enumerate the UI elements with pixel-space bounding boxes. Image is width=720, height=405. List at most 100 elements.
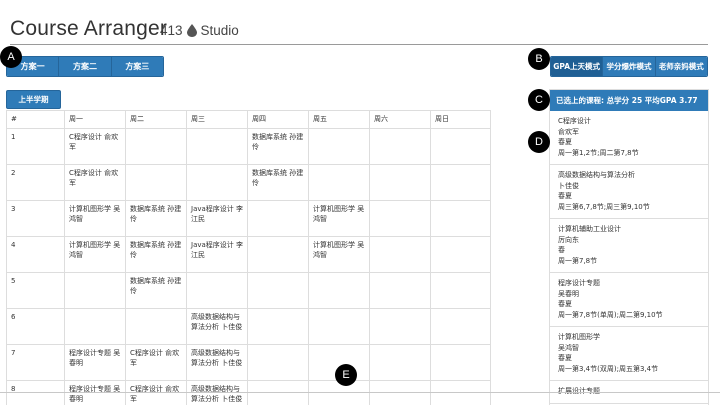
schedule-cell-sat[interactable] <box>369 272 431 309</box>
course-time: 周一第1,2节;周二第7,8节 <box>558 148 639 157</box>
course-name: 计算机图形学 <box>558 333 600 341</box>
schedule-cell-thu[interactable]: 数据库系统 孙建伶 <box>247 164 309 201</box>
header-divider <box>10 44 708 45</box>
schedule-cell-thu[interactable]: 数据库系统 孙建伶 <box>247 128 309 165</box>
schedule-cell-mon[interactable] <box>64 308 126 345</box>
course-list: C程序设计 俞欢军 春夏 周一第1,2节;周二第7,8节 高级数据结构与算法分析 卜佳俊春… <box>550 111 708 404</box>
course-time: 周三第6,7,8节;周三第9,10节 <box>558 202 650 211</box>
selected-courses-header: 已选上的课程: 总学分 25 平均GPA 3.77 <box>550 90 708 111</box>
course-term: 春夏 <box>558 300 572 308</box>
schedule-cell-tue[interactable]: C程序设计 俞欢军 <box>125 344 187 381</box>
schedule-row: 1 C程序设计 俞欢军 数据库系统 孙建伶 <box>6 128 491 165</box>
drop-icon <box>186 24 197 37</box>
period-number: 1 <box>6 128 65 165</box>
schedule-cell-fri[interactable]: 计算机图形学 吴鸿智 <box>308 200 370 237</box>
schedule-cell-fri[interactable] <box>308 308 370 345</box>
schedule-cell-tue[interactable] <box>125 164 187 201</box>
header-tue: 周二 <box>125 110 187 129</box>
plan-2-button[interactable]: 方案二 <box>59 57 112 76</box>
schedule-cell-sun[interactable] <box>430 200 491 237</box>
schedule-cell-thu[interactable] <box>247 272 309 309</box>
schedule-cell-wed[interactable]: Java程序设计 李江民 <box>186 236 248 273</box>
header-sun: 周日 <box>430 110 491 129</box>
period-number: 5 <box>6 272 65 309</box>
schedule-cell-tue[interactable] <box>125 308 187 345</box>
schedule-cell-tue[interactable]: 数据库系统 孙建伶 <box>125 200 187 237</box>
course-item[interactable]: 程序设计专题 吴春明 春夏 周一第7,8节(单周);周二第9,10节 <box>550 273 708 327</box>
course-term: 春夏 <box>558 138 572 146</box>
marker-a: A <box>0 46 22 68</box>
schedule-cell-sun[interactable] <box>430 236 491 273</box>
schedule-cell-sat[interactable] <box>369 236 431 273</box>
schedule-cell-mon[interactable]: 计算机图形学 吴鸿智 <box>64 236 126 273</box>
schedule-header-row: # 周一 周二 周三 周四 周五 周六 周日 <box>6 110 491 129</box>
gpa-mode-button[interactable]: GPA上天模式 <box>551 57 604 76</box>
term-button[interactable]: 上半学期 <box>6 90 61 109</box>
schedule-cell-sat[interactable] <box>369 164 431 201</box>
schedule-cell-mon[interactable]: C程序设计 俞欢军 <box>64 164 126 201</box>
schedule-cell-sat[interactable] <box>369 128 431 165</box>
schedule-cell-mon[interactable]: C程序设计 俞欢军 <box>64 128 126 165</box>
course-item[interactable]: C程序设计 俞欢军 春夏 周一第1,2节;周二第7,8节 <box>550 111 708 165</box>
schedule-cell-sat[interactable] <box>369 200 431 237</box>
period-number: 4 <box>6 236 65 273</box>
header-wed: 周三 <box>186 110 248 129</box>
schedule-cell-sat[interactable] <box>369 344 431 381</box>
schedule-row: 7 程序设计专题 吴春明 C程序设计 俞欢军 高级数据结构与算法分析 卜佳俊 <box>6 344 491 381</box>
schedule-cell-fri[interactable] <box>308 128 370 165</box>
selected-courses-panel: 已选上的课程: 总学分 25 平均GPA 3.77 C程序设计 俞欢军 春夏 周一第1… <box>549 89 709 405</box>
schedule-cell-wed[interactable] <box>186 164 248 201</box>
schedule-cell-fri[interactable] <box>308 272 370 309</box>
subtitle-number: 413 <box>160 23 183 38</box>
plan-3-button[interactable]: 方案三 <box>111 57 163 76</box>
schedule-cell-thu[interactable] <box>247 200 309 237</box>
schedule-cell-wed[interactable] <box>186 272 248 309</box>
course-teacher: 厉向东 <box>558 235 579 244</box>
schedule-cell-tue[interactable]: 数据库系统 孙建伶 <box>125 236 187 273</box>
schedule-row: 5 数据库系统 孙建伶 <box>6 272 491 309</box>
course-item[interactable]: 高级数据结构与算法分析 卜佳俊 春夏 周三第6,7,8节;周三第9,10节 <box>550 165 708 219</box>
schedule-row: 6 高级数据结构与算法分析 卜佳俊 <box>6 308 491 345</box>
schedule-cell-sun[interactable] <box>430 272 491 309</box>
course-teacher: 卜佳俊 <box>558 181 579 190</box>
header-fri: 周五 <box>308 110 370 129</box>
marker-b: B <box>528 48 550 70</box>
course-item[interactable]: 计算机图形学 吴鸿智春夏周一第3,4节(双周);周五第3,4节 <box>550 327 708 381</box>
schedule-cell-wed[interactable]: Java程序设计 李江民 <box>186 200 248 237</box>
mode-selector: GPA上天模式 学分爆炸模式 老师亲妈模式 <box>550 56 708 77</box>
course-teacher: 吴鸿智 <box>558 343 579 352</box>
course-name: 计算机辅助工业设计 <box>558 225 621 233</box>
course-time: 周一第7,8节(单周);周二第9,10节 <box>558 310 663 319</box>
schedule-cell-fri[interactable] <box>308 164 370 201</box>
schedule-cell-thu[interactable] <box>247 236 309 273</box>
marker-e: E <box>335 364 357 386</box>
schedule-cell-wed[interactable]: 高级数据结构与算法分析 卜佳俊 <box>186 308 248 345</box>
course-time: 周一第3,4节(双周);周五第3,4节 <box>558 364 659 373</box>
schedule-cell-thu[interactable] <box>247 344 309 381</box>
course-name: C程序设计 <box>558 117 591 125</box>
schedule-cell-wed[interactable] <box>186 128 248 165</box>
app-header: Course Arranger 413 Studio <box>0 0 720 48</box>
schedule-cell-sun[interactable] <box>430 308 491 345</box>
schedule-cell-sat[interactable] <box>369 308 431 345</box>
schedule-cell-sun[interactable] <box>430 164 491 201</box>
schedule-cell-tue[interactable] <box>125 128 187 165</box>
schedule-cell-tue[interactable]: 数据库系统 孙建伶 <box>125 272 187 309</box>
schedule-cell-fri[interactable]: 计算机图形学 吴鸿智 <box>308 236 370 273</box>
schedule-cell-mon[interactable]: 计算机图形学 吴鸿智 <box>64 200 126 237</box>
schedule-cell-mon[interactable]: 程序设计专题 吴春明 <box>64 344 126 381</box>
teacher-mode-button[interactable]: 老师亲妈模式 <box>655 57 707 76</box>
credit-mode-button[interactable]: 学分爆炸模式 <box>603 57 656 76</box>
course-item[interactable]: 计算机辅助工业设计 厉向东春周一第7,8节 <box>550 219 708 273</box>
schedule-body: 1 C程序设计 俞欢军 数据库系统 孙建伶 2 C程序设计 俞欢军 数据库系统 孙建伶 3 计… <box>6 128 491 405</box>
course-term: 春夏 <box>558 354 572 362</box>
schedule-cell-thu[interactable] <box>247 308 309 345</box>
schedule-row: 3 计算机图形学 吴鸿智 数据库系统 孙建伶 Java程序设计 李江民 计算机图形学 吴… <box>6 200 491 237</box>
schedule-cell-mon[interactable] <box>64 272 126 309</box>
schedule-cell-sun[interactable] <box>430 344 491 381</box>
schedule-cell-sun[interactable] <box>430 128 491 165</box>
footer-divider <box>0 392 720 393</box>
app-subtitle: 413 Studio <box>160 23 239 38</box>
schedule-cell-wed[interactable]: 高级数据结构与算法分析 卜佳俊 <box>186 344 248 381</box>
period-number: 2 <box>6 164 65 201</box>
